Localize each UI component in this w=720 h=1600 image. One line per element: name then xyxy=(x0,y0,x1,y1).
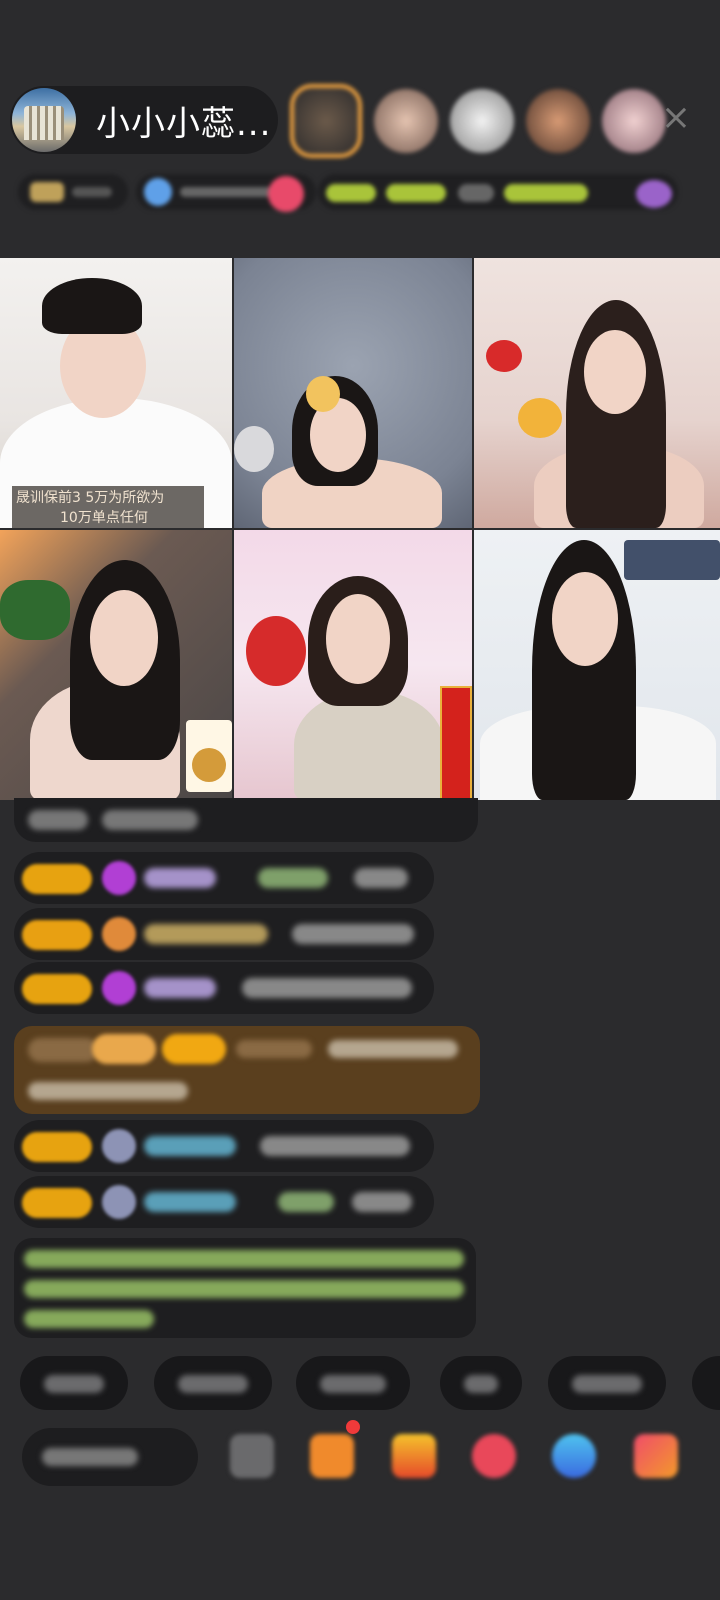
comment-input[interactable] xyxy=(22,1428,198,1486)
plush-toy-icon xyxy=(246,616,306,686)
level-badge xyxy=(22,1132,92,1162)
quick-reply-button[interactable] xyxy=(20,1356,128,1410)
host-info-pill[interactable]: 小小小蕊... xyxy=(10,86,278,154)
bear-sticker-icon xyxy=(186,720,232,792)
level-badge xyxy=(22,864,92,894)
plush-toy-icon xyxy=(486,340,522,372)
plant-icon xyxy=(0,580,70,640)
chat-message[interactable] xyxy=(14,798,478,842)
video-tile-3[interactable] xyxy=(474,258,720,528)
quick-reply-button[interactable] xyxy=(154,1356,272,1410)
quick-reply-button[interactable] xyxy=(296,1356,410,1410)
video-tile-6[interactable] xyxy=(474,530,720,800)
quick-reply-button[interactable] xyxy=(440,1356,522,1410)
diamond-icon xyxy=(102,861,136,895)
close-icon[interactable]: × xyxy=(656,98,696,138)
caption-line-2: 10万单点任何 xyxy=(60,510,148,526)
chat-message[interactable] xyxy=(14,852,434,904)
video-tile-1[interactable]: 晟训保前3 5万为所欲为 10万单点任何 xyxy=(0,258,232,528)
host-name[interactable]: 小小小蕊... xyxy=(96,96,271,145)
top-audience-avatar-2[interactable] xyxy=(374,89,438,153)
video-tile-5[interactable] xyxy=(234,530,472,800)
quick-reply-button[interactable] xyxy=(692,1356,720,1410)
video-tile-2[interactable] xyxy=(234,258,472,528)
chat-message[interactable] xyxy=(14,1120,434,1172)
announcement-chip[interactable] xyxy=(318,174,678,210)
guest-face xyxy=(90,590,158,686)
chat-message[interactable] xyxy=(14,1176,434,1228)
caption-line-1: 晟训保前3 5万为所欲为 xyxy=(16,490,165,506)
guest-hair xyxy=(42,278,142,334)
red-packet-icon[interactable] xyxy=(392,1434,436,1478)
duck-prop-icon xyxy=(306,376,340,412)
interaction-icon[interactable] xyxy=(472,1434,516,1478)
multi-guest-video-grid: 晟训保前3 5万为所欲为 10万单点任何 xyxy=(0,258,720,800)
notification-dot xyxy=(346,1420,360,1434)
gift-icon[interactable] xyxy=(634,1434,678,1478)
level-badge xyxy=(22,1188,92,1218)
teddy-bear-icon xyxy=(234,426,274,472)
gift-icon[interactable] xyxy=(268,176,304,212)
chat-message[interactable] xyxy=(14,962,434,1014)
system-notice xyxy=(14,1238,476,1338)
guest-face xyxy=(326,594,390,684)
gift-box-icon[interactable] xyxy=(310,1434,354,1478)
video-caption: 晟训保前3 5万为所欲为 10万单点任何 xyxy=(12,486,204,528)
room-info-row xyxy=(18,170,688,214)
host-avatar[interactable] xyxy=(12,88,76,152)
user-avatar-icon xyxy=(102,1129,136,1163)
share-icon[interactable] xyxy=(552,1434,596,1478)
top-audience-avatar-1[interactable] xyxy=(290,84,362,158)
level-badge xyxy=(22,974,92,1004)
diamond-icon xyxy=(102,971,136,1005)
fan-club-icon xyxy=(102,917,136,951)
audience-avatars xyxy=(290,84,666,158)
guest-body xyxy=(294,690,444,800)
video-tile-4[interactable] xyxy=(0,530,232,800)
gift-message[interactable] xyxy=(14,1026,480,1114)
red-couplet-banner xyxy=(440,686,472,800)
chat-message[interactable] xyxy=(14,908,434,960)
emoji-icon[interactable] xyxy=(230,1434,274,1478)
user-avatar-icon xyxy=(102,1185,136,1219)
plush-toy-icon xyxy=(518,398,562,438)
level-badge xyxy=(22,920,92,950)
bookshelf-icon xyxy=(624,540,720,580)
rank-chip[interactable] xyxy=(18,174,128,210)
top-audience-avatar-4[interactable] xyxy=(526,89,590,153)
top-audience-avatar-3[interactable] xyxy=(450,89,514,153)
guest-face xyxy=(584,330,646,414)
guest-face xyxy=(552,572,618,666)
quick-reply-button[interactable] xyxy=(548,1356,666,1410)
